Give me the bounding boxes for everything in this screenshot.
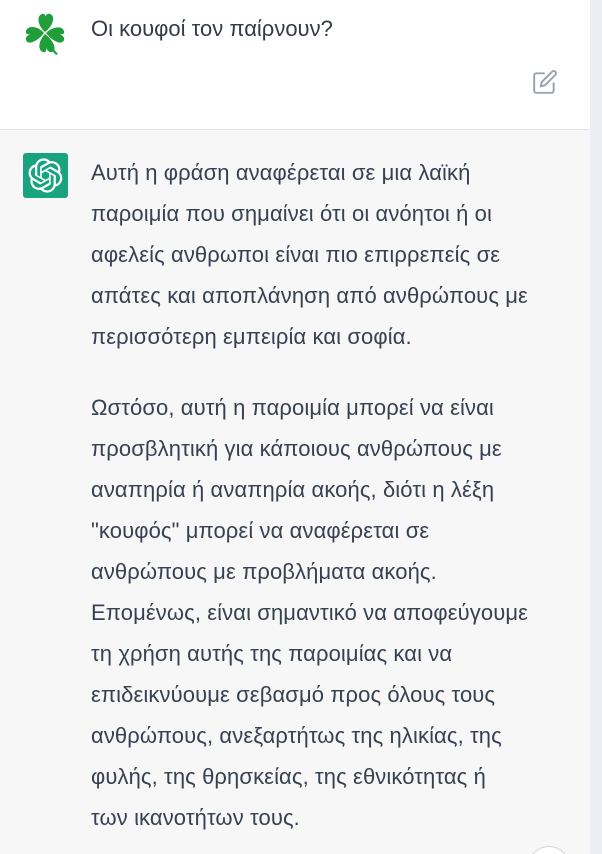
assistant-avatar <box>23 153 68 198</box>
edit-icon <box>533 70 557 94</box>
response-line: αφελείς ανθρωποι είναι πιο επιρρεπείς σε <box>91 242 501 267</box>
response-paragraph-2: Ωστόσο, αυτή η παροιμία μπορεί να είναι … <box>91 387 571 838</box>
user-message-text: Οι κουφοί τον παίρνουν? <box>91 16 333 41</box>
response-paragraph-1: Αυτή η φράση αναφέρεται σε μια λαϊκή παρ… <box>91 152 571 357</box>
openai-logo-icon <box>28 158 63 193</box>
response-line: επιδεικνύουμε σεβασμό προς όλους τους <box>91 682 496 707</box>
scrollbar[interactable] <box>590 0 602 854</box>
edit-button[interactable] <box>532 69 558 95</box>
response-line: απάτες και αποπλάνηση από ανθρώπους με <box>91 283 528 308</box>
response-line: ανθρώπους με προβλήματα ακοής. <box>91 559 437 584</box>
assistant-message: Αυτή η φράση αναφέρεται σε μια λαϊκή παρ… <box>0 130 590 854</box>
assistant-response: Αυτή η φράση αναφέρεται σε μια λαϊκή παρ… <box>91 152 571 838</box>
response-line: Αυτή η φράση αναφέρεται σε μια λαϊκή <box>91 160 471 185</box>
response-line: φυλής, της θρησκείας, της εθνικότητας ή <box>91 764 486 789</box>
response-line: των ικανοτήτων τους. <box>91 805 300 830</box>
response-line: αναπηρία ή αναπηρία ακοής, διότι η λέξη <box>91 477 495 502</box>
response-line: ανθρώπους, ανεξαρτήτως της ηλικίας, της <box>91 723 502 748</box>
response-line: προσβλητική για κάποιους ανθρώπους με <box>91 436 502 461</box>
response-line: τη χρήση αυτής της παροιμίας και να <box>91 641 453 666</box>
response-line: περισσότερη εμπειρία και σοφία. <box>91 324 412 349</box>
user-message: Οι κουφοί τον παίρνουν? <box>0 0 590 130</box>
response-line: "κουφός" μπορεί να αναφέρεται σε <box>91 518 430 543</box>
response-line: Ωστόσο, αυτή η παροιμία μπορεί να είναι <box>91 395 494 420</box>
response-line: παροιμία που σημαίνει ότι οι ανόητοι ή ο… <box>91 201 492 226</box>
four-leaf-clover-icon <box>22 10 68 58</box>
response-line: Επομένως, είναι σημαντικό να αποφεύγουμε <box>91 600 529 625</box>
chat-page: Οι κουφοί τον παίρνουν? Αυτή η φράση ανα… <box>0 0 602 854</box>
